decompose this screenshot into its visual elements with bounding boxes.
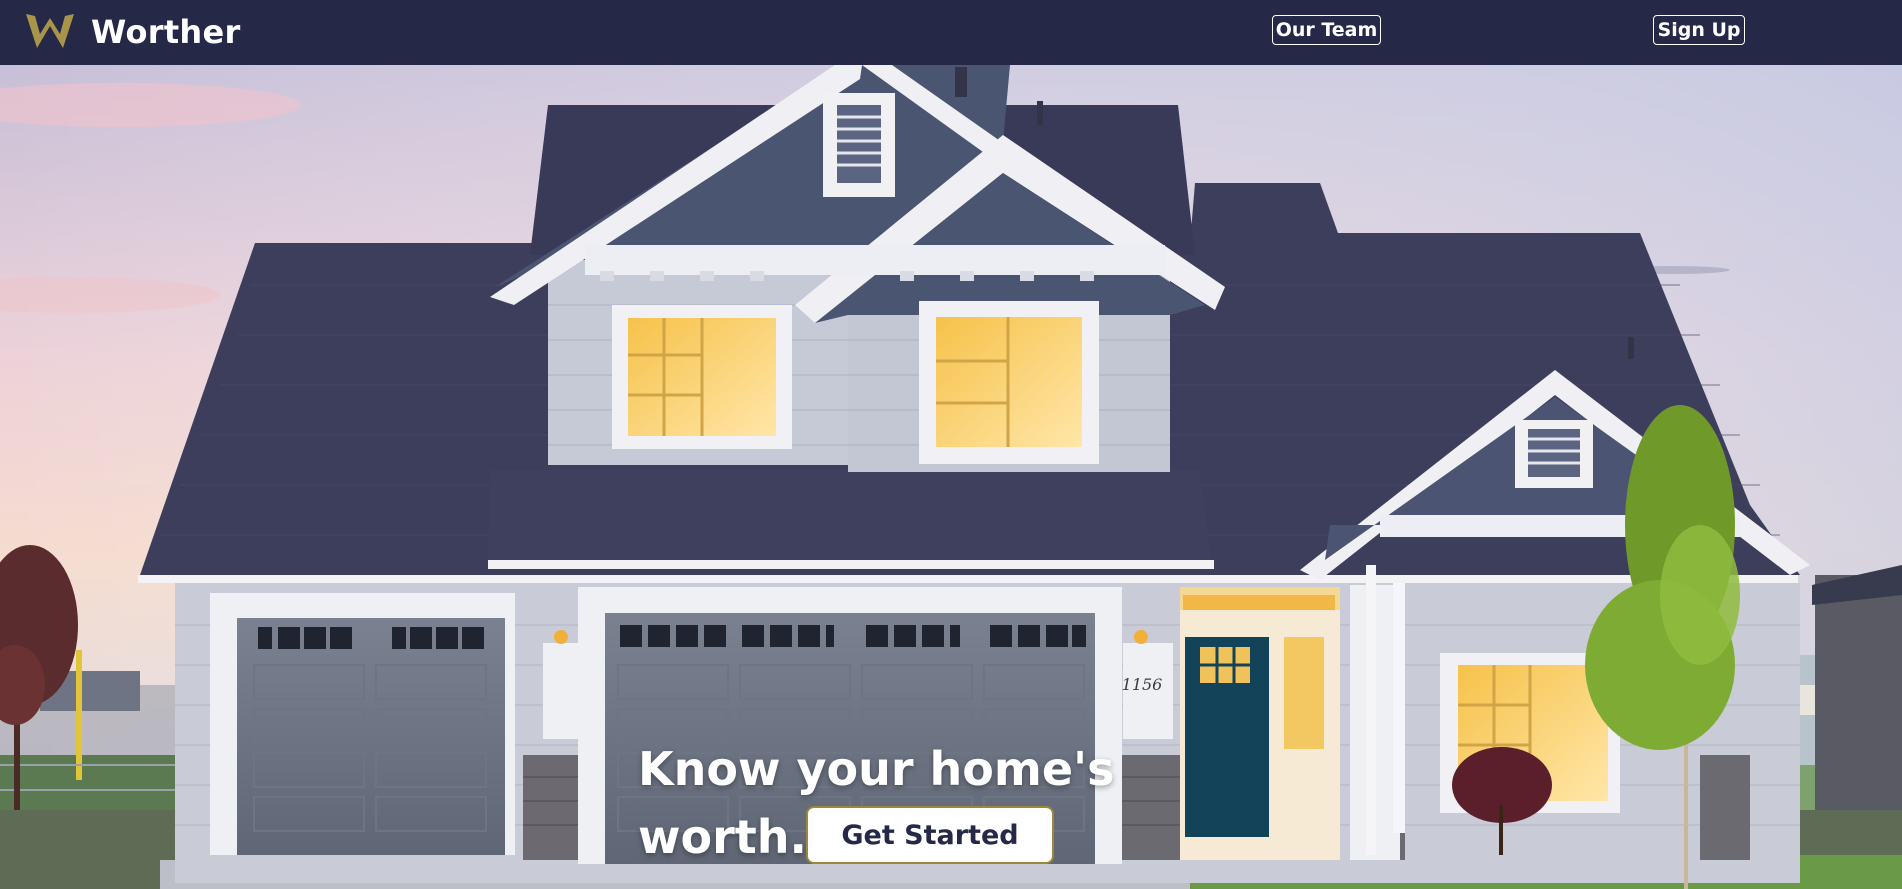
crown-w-icon bbox=[26, 14, 74, 48]
hero-tagline-line1: Know your home's bbox=[638, 742, 1115, 796]
top-navbar: Worther Our Team Sign Up bbox=[0, 0, 1902, 65]
hero-tagline-line2: worth. bbox=[638, 810, 807, 864]
hero-section: 1156 Know your home's worth. Get Started bbox=[0, 65, 1902, 889]
sign-up-link[interactable]: Sign Up bbox=[1653, 15, 1745, 45]
brand-name: Worther bbox=[91, 13, 241, 51]
brand[interactable]: Worther bbox=[24, 9, 241, 55]
get-started-button[interactable]: Get Started bbox=[806, 806, 1054, 864]
house-number: 1156 bbox=[1122, 675, 1163, 694]
our-team-link[interactable]: Our Team bbox=[1272, 15, 1381, 45]
